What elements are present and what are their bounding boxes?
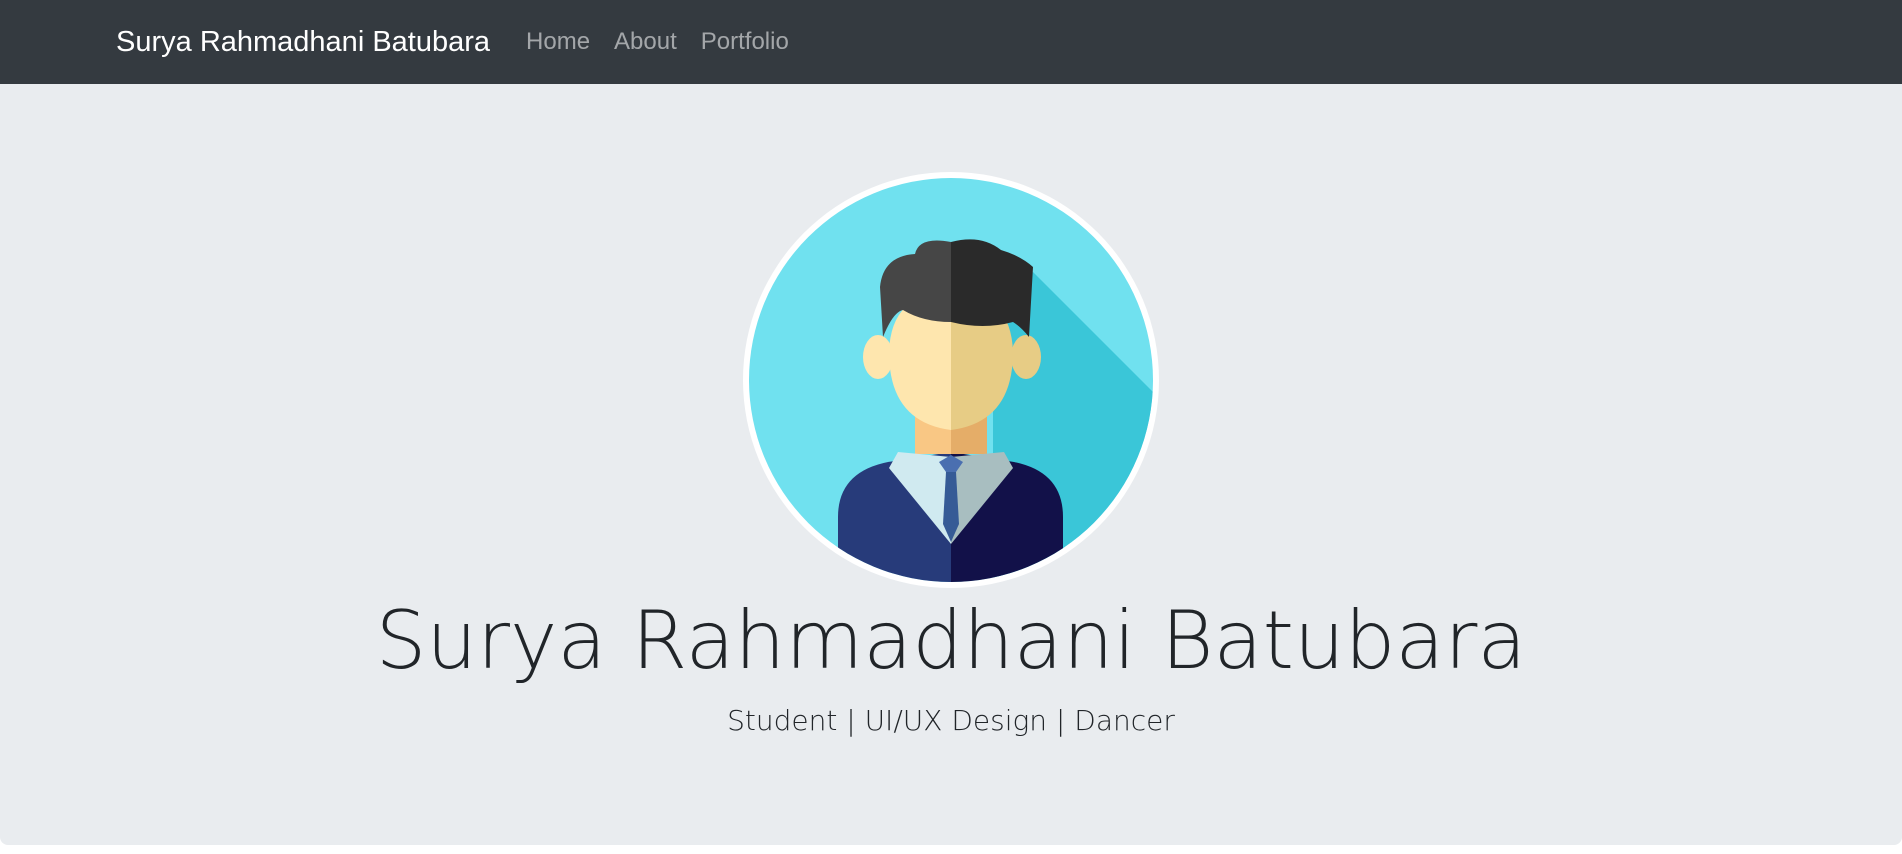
navbar-brand[interactable]: Surya Rahmadhani Batubara	[116, 26, 490, 59]
hero-lead: Student | UI/UX Design | Dancer	[727, 704, 1175, 737]
hero-title: Surya Rahmadhani Batubara	[375, 594, 1527, 687]
hero-jumbotron: Surya Rahmadhani Batubara Student | UI/U…	[0, 84, 1902, 845]
top-navbar: Surya Rahmadhani Batubara Home About Por…	[0, 0, 1902, 84]
nav-link-about[interactable]: About	[614, 28, 677, 56]
profile-avatar	[743, 172, 1159, 588]
businessman-avatar-icon	[749, 178, 1153, 582]
nav-link-portfolio[interactable]: Portfolio	[701, 28, 789, 56]
nav-link-home[interactable]: Home	[526, 28, 590, 56]
